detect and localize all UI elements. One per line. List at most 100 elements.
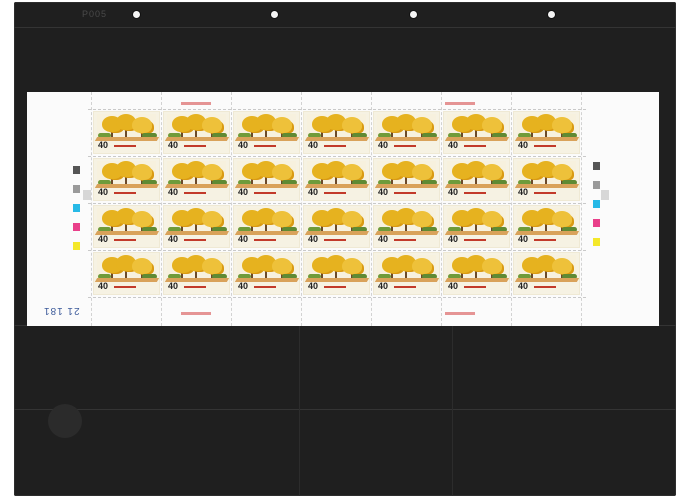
stamp-inscription: [324, 192, 346, 194]
stamp-denomination: 40: [518, 140, 529, 150]
color-registration-mark: [73, 223, 80, 231]
color-registration-mark: [73, 204, 80, 212]
ginkgo-tree-icon: [342, 164, 362, 180]
stamp-inscription: [394, 286, 416, 288]
punch-hole: [548, 11, 555, 18]
pocket-line: [14, 27, 676, 28]
margin-imprint: [181, 312, 211, 315]
stamp-inscription: [184, 239, 206, 241]
stamp: 40: [304, 159, 369, 200]
color-registration-mark: [73, 242, 80, 250]
stamp-denomination: 40: [308, 234, 319, 244]
ginkgo-tree-icon: [482, 117, 502, 133]
stamp: 40: [444, 159, 509, 200]
stamp-inscription: [534, 192, 556, 194]
stamp-denomination: 40: [378, 187, 389, 197]
stamp: 40: [234, 253, 299, 294]
ginkgo-tree-icon: [552, 258, 572, 274]
album-page-code: P005: [82, 9, 108, 19]
stamp-inscription: [324, 145, 346, 147]
stamp: 40: [374, 112, 439, 153]
stamp: 40: [444, 112, 509, 153]
stamp-inscription: [254, 145, 276, 147]
stamp-inscription: [114, 145, 136, 147]
ginkgo-tree-icon: [342, 258, 362, 274]
ginkgo-tree-icon: [272, 117, 292, 133]
stamp-inscription: [184, 145, 206, 147]
stamp: 40: [374, 206, 439, 247]
ginkgo-tree-icon: [202, 211, 222, 227]
ginkgo-tree-icon: [552, 211, 572, 227]
stamp-denomination: 40: [448, 187, 459, 197]
stamp-denomination: 40: [448, 140, 459, 150]
color-registration-mark: [73, 185, 80, 193]
stamp-denomination: 40: [448, 281, 459, 291]
ginkgo-tree-icon: [132, 211, 152, 227]
stamp-inscription: [184, 286, 206, 288]
margin-imprint: [181, 102, 211, 105]
stamp-inscription: [464, 192, 486, 194]
stamp-denomination: 40: [238, 281, 249, 291]
stamp-denomination: 40: [98, 281, 109, 291]
ginkgo-tree-icon: [272, 211, 292, 227]
stamp: 40: [94, 159, 159, 200]
stamp-inscription: [394, 192, 416, 194]
stamp-inscription: [534, 145, 556, 147]
stamp: 40: [94, 206, 159, 247]
stamp-inscription: [254, 239, 276, 241]
stamp-denomination: 40: [308, 140, 319, 150]
stamp: 40: [164, 253, 229, 294]
stamp-denomination: 40: [378, 140, 389, 150]
surface-mark: [48, 404, 82, 438]
pocket-divider: [452, 326, 453, 496]
stamp-denomination: 40: [168, 234, 179, 244]
perforation-column: [301, 92, 302, 326]
perforation-column: [231, 92, 232, 326]
ginkgo-tree-icon: [272, 164, 292, 180]
stamp-denomination: 40: [518, 187, 529, 197]
ginkgo-tree-icon: [552, 164, 572, 180]
stamp-denomination: 40: [518, 281, 529, 291]
stamp: 40: [94, 112, 159, 153]
perforation-column: [581, 92, 582, 326]
stamp-denomination: 40: [378, 234, 389, 244]
ginkgo-tree-icon: [412, 117, 432, 133]
stamp: 40: [164, 159, 229, 200]
ginkgo-tree-icon: [272, 258, 292, 274]
stamp-denomination: 40: [518, 234, 529, 244]
pocket-line: [14, 409, 676, 410]
stamp: 40: [514, 112, 579, 153]
ginkgo-tree-icon: [132, 164, 152, 180]
stamp-denomination: 40: [238, 187, 249, 197]
ginkgo-tree-icon: [482, 258, 502, 274]
stamp: 40: [514, 159, 579, 200]
stamp: 40: [94, 253, 159, 294]
ginkgo-tree-icon: [412, 258, 432, 274]
ginkgo-tree-icon: [412, 164, 432, 180]
ginkgo-tree-icon: [342, 211, 362, 227]
stamp-denomination: 40: [98, 234, 109, 244]
margin-imprint: [445, 312, 475, 315]
color-registration-mark: [593, 238, 600, 246]
stamp-inscription: [394, 145, 416, 147]
pocket-divider: [299, 326, 300, 496]
stamp-inscription: [394, 239, 416, 241]
perforation-column: [511, 92, 512, 326]
stamp-inscription: [184, 192, 206, 194]
ginkgo-tree-icon: [202, 258, 222, 274]
ginkgo-tree-icon: [482, 164, 502, 180]
color-registration-mark: [593, 200, 600, 208]
punch-hole: [410, 11, 417, 18]
punch-hole: [271, 11, 278, 18]
margin-imprint: [445, 102, 475, 105]
perforation-column: [441, 92, 442, 326]
stamp-denomination: 40: [168, 140, 179, 150]
color-registration-mark: [593, 162, 600, 170]
stamp-denomination: 40: [448, 234, 459, 244]
stamp-inscription: [114, 192, 136, 194]
stamp-denomination: 40: [168, 187, 179, 197]
ginkgo-tree-icon: [552, 117, 572, 133]
stamp: 40: [304, 112, 369, 153]
stamp-inscription: [534, 239, 556, 241]
stamp: 40: [304, 253, 369, 294]
